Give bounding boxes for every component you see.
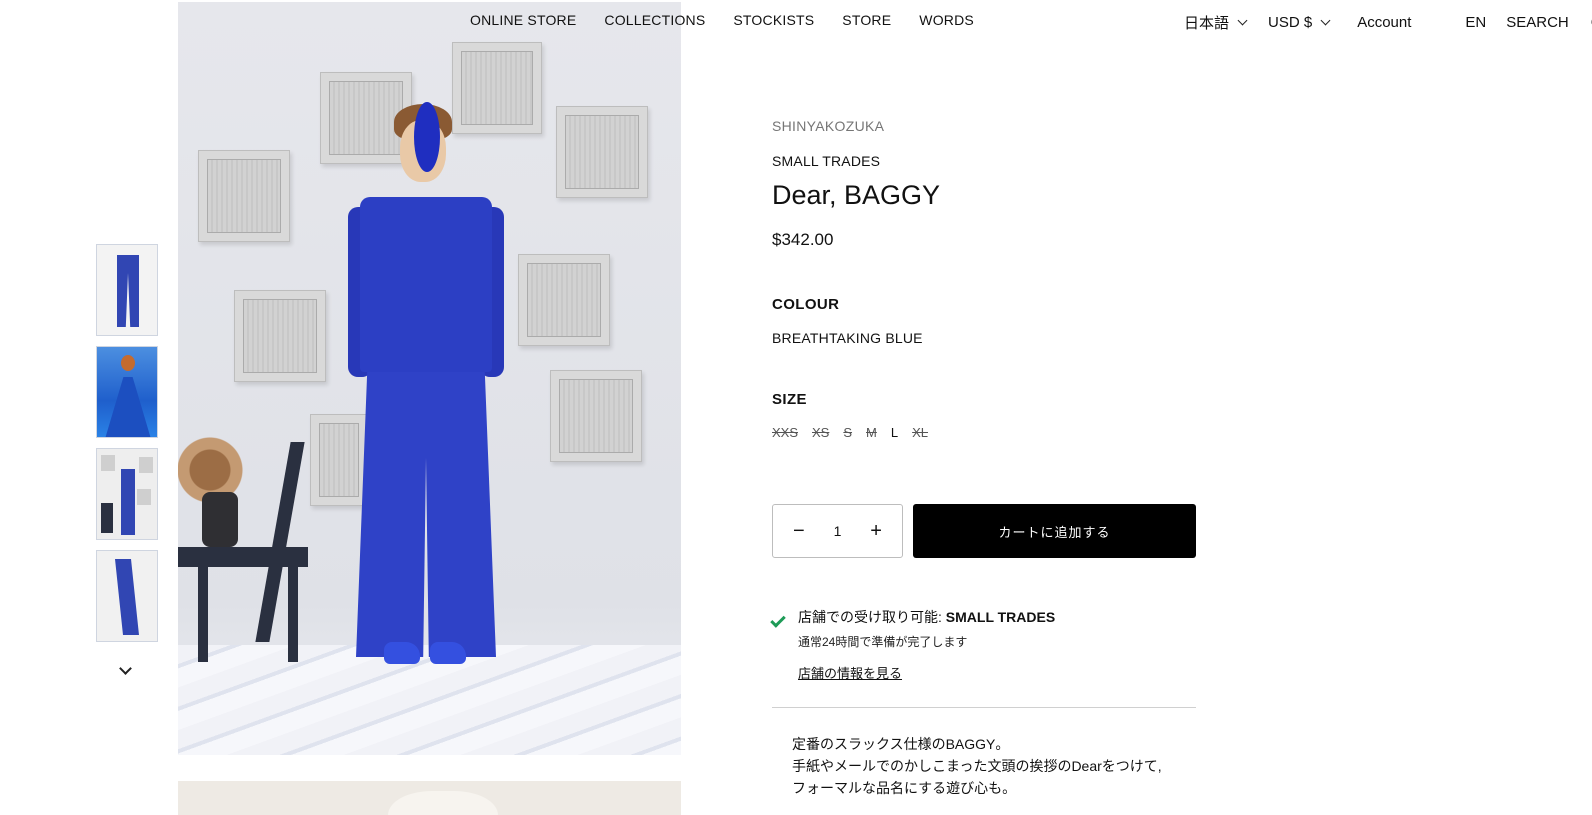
store-info-link[interactable]: 店舗の情報を見る	[798, 663, 902, 682]
chevron-down-icon	[1320, 15, 1331, 26]
floor-papers	[178, 645, 681, 755]
thumbnail-2[interactable]	[96, 346, 158, 438]
wall-drawing	[198, 150, 290, 242]
chevron-down-icon	[1237, 15, 1248, 26]
product-vendor[interactable]: SHINYAKOZUKA	[772, 118, 884, 134]
model-pants	[356, 372, 496, 657]
size-option-m[interactable]: M	[866, 425, 877, 440]
site-header: ONLINE STORE COLLECTIONS STOCKISTS STORE…	[0, 0, 1592, 42]
size-options: XXS XS S M L XL	[772, 425, 928, 440]
currency-label: USD $	[1268, 14, 1313, 31]
pickup-prefix: 店舗での受け取り可能:	[798, 609, 946, 625]
pickup-store: SMALL TRADES	[945, 609, 1056, 625]
wall-drawing	[518, 254, 610, 346]
language-selector[interactable]: 日本語	[1184, 12, 1248, 33]
main-nav: ONLINE STORE COLLECTIONS STOCKISTS STORE…	[470, 12, 974, 28]
nav-online-store[interactable]: ONLINE STORE	[470, 12, 576, 28]
wall-drawing	[452, 42, 542, 134]
size-option-xxs[interactable]: XXS	[772, 425, 798, 440]
size-option-s[interactable]: S	[843, 425, 852, 440]
thumbnail-1[interactable]	[96, 244, 158, 336]
product-description: 定番のスラックス仕様のBAGGY。 手紙やメールでのかしこまった文頭の挨拶のDe…	[792, 733, 1172, 799]
nav-stockists[interactable]: STOCKISTS	[733, 12, 814, 28]
product-shop: SMALL TRADES	[772, 153, 881, 169]
wall-drawing	[234, 290, 326, 382]
size-option-l[interactable]: L	[891, 425, 898, 440]
wall-drawing	[310, 414, 368, 506]
search-link[interactable]: SEARCH	[1506, 14, 1569, 31]
header-utilities: 日本語 USD $ Account EN SEARCH C	[1184, 12, 1592, 33]
colour-value[interactable]: BREATHTAKING BLUE	[772, 330, 923, 346]
shoe	[384, 642, 420, 664]
wall-drawing	[556, 106, 648, 198]
locale-link[interactable]: EN	[1465, 14, 1486, 31]
product-title: Dear, BAGGY	[772, 180, 941, 210]
chevron-down-icon[interactable]	[119, 662, 132, 675]
thumbnail-gallery	[96, 244, 158, 652]
wall-drawing	[550, 370, 642, 462]
description-line: 定番のスラックス仕様のBAGGY。	[792, 736, 1010, 752]
account-link[interactable]: Account	[1357, 14, 1411, 31]
pickup-note: 通常24時間で準備が完了します	[798, 635, 968, 649]
description-line: 手紙やメールでのかしこまった文頭の挨拶のDearをつけて,	[792, 758, 1162, 774]
add-to-cart-button[interactable]: カートに追加する	[913, 504, 1196, 558]
currency-selector[interactable]: USD $	[1268, 14, 1331, 31]
shoe	[430, 642, 466, 664]
size-option-xl[interactable]: XL	[912, 425, 928, 440]
secondary-product-image[interactable]	[178, 781, 681, 815]
minus-icon[interactable]: −	[793, 521, 805, 541]
nav-collections[interactable]: COLLECTIONS	[604, 12, 705, 28]
thumbnail-4[interactable]	[96, 550, 158, 642]
divider	[772, 707, 1196, 708]
main-product-image[interactable]	[178, 2, 681, 755]
checkmark-icon	[770, 612, 786, 628]
product-price: $342.00	[772, 230, 834, 249]
vase	[202, 492, 238, 547]
description-line: フォーマルな品名にする遊び心も。	[792, 780, 1017, 796]
pickup-status: 店舗での受け取り可能: SMALL TRADES	[798, 607, 1055, 627]
size-label: SIZE	[772, 391, 807, 408]
size-option-xs[interactable]: XS	[812, 425, 829, 440]
plus-icon[interactable]: +	[870, 521, 882, 541]
thumbnail-3[interactable]	[96, 448, 158, 540]
model-jacket	[360, 197, 492, 372]
language-label: 日本語	[1184, 15, 1230, 32]
nav-words[interactable]: WORDS	[919, 12, 974, 28]
blue-feather	[414, 102, 440, 172]
dried-flowers	[178, 422, 258, 502]
nav-store[interactable]: STORE	[842, 12, 891, 28]
quantity-stepper: − 1 +	[772, 504, 903, 558]
quantity-value[interactable]: 1	[834, 523, 842, 539]
colour-label: COLOUR	[772, 296, 840, 313]
